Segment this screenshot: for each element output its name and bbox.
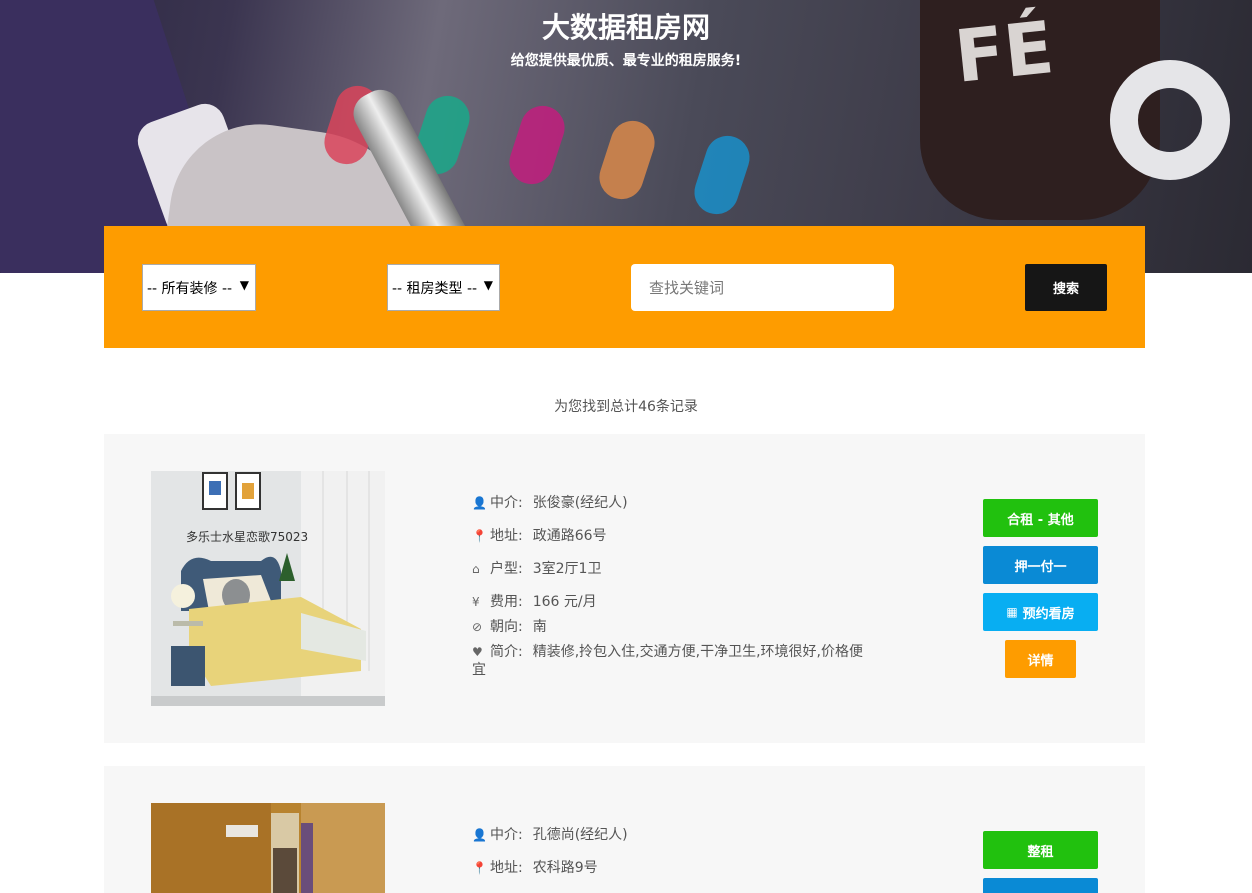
fee-row: ¥ 费用: 166 元/月 xyxy=(472,593,892,611)
decoration-select-value: -- 所有装修 -- xyxy=(147,280,233,297)
address-value: 政通路66号 xyxy=(532,528,607,544)
appointment-button[interactable]: ▦ 预约看房 xyxy=(983,593,1098,631)
details-button[interactable]: 详情 xyxy=(1005,640,1076,678)
agent-row: 👤 中介: 张俊豪(经纪人) xyxy=(472,494,892,512)
heart-icon: ♥ xyxy=(472,645,483,659)
agent-label: 中介: xyxy=(490,495,523,511)
payment-button[interactable] xyxy=(983,878,1098,893)
room-photo xyxy=(151,803,385,893)
intro-row: ♥ 简介: 精装修,拎包入住,交通方便,干净卫生,环境很好,价格便宜 xyxy=(472,643,872,679)
search-button[interactable]: 搜索 xyxy=(1025,264,1107,311)
listing-info: 👤 中介: 孔德尚(经纪人) 📍 地址: 农科路9号 xyxy=(472,826,892,877)
photo-caption: 多乐士水星恋歌75023 xyxy=(186,529,308,544)
listing-info: 👤 中介: 张俊豪(经纪人) 📍 地址: 政通路66号 ⌂ 户型: 3室2厅1卫… xyxy=(472,494,892,679)
calendar-icon: ▦ xyxy=(1006,605,1018,619)
yen-icon: ¥ xyxy=(472,595,480,609)
decoration-select[interactable]: -- 所有装修 -- ▼ xyxy=(142,264,256,311)
address-label: 地址: xyxy=(490,528,523,544)
result-count: 为您找到总计46条记录 xyxy=(554,399,698,415)
rent-type-select[interactable]: -- 租房类型 -- ▼ xyxy=(387,264,500,311)
hero-mug-handle xyxy=(1110,60,1230,180)
rent-type-select-value: -- 租房类型 -- xyxy=(392,280,478,297)
address-label: 地址: xyxy=(490,860,523,876)
fee-label: 费用: xyxy=(490,594,523,610)
home-icon: ⌂ xyxy=(472,562,480,576)
orientation-value: 南 xyxy=(532,619,547,635)
intro-value: 精装修,拎包入住,交通方便,干净卫生,环境很好,价格便宜 xyxy=(472,644,863,678)
layout-label: 户型: xyxy=(490,561,523,577)
listing-card: 多乐士水星恋歌75023 👤 中介: 张俊豪(经纪人) 📍 地址: 政通路66号… xyxy=(104,434,1145,743)
user-icon: 👤 xyxy=(472,828,487,842)
orientation-label: 朝向: xyxy=(490,619,523,635)
listing-photo[interactable] xyxy=(151,803,385,893)
rent-mode-button[interactable]: 整租 xyxy=(983,831,1098,869)
compass-icon: ⊘ xyxy=(472,620,483,634)
site-subtitle: 给您提供最优质、最专业的租房服务! xyxy=(510,53,742,69)
agent-label: 中介: xyxy=(490,827,523,843)
listing-card: 👤 中介: 孔德尚(经纪人) 📍 地址: 农科路9号 整租 xyxy=(104,766,1145,893)
agent-value: 孔德尚(经纪人) xyxy=(532,827,628,843)
agent-row: 👤 中介: 孔德尚(经纪人) xyxy=(472,826,892,844)
caret-down-icon: ▼ xyxy=(239,278,249,292)
appointment-button-label: 预约看房 xyxy=(1022,606,1075,622)
user-icon: 👤 xyxy=(472,496,487,510)
layout-row: ⌂ 户型: 3室2厅1卫 xyxy=(472,560,892,578)
address-row: 📍 地址: 政通路66号 xyxy=(472,527,892,545)
listing-photo[interactable]: 多乐士水星恋歌75023 xyxy=(151,471,385,706)
payment-button[interactable]: 押一付一 xyxy=(983,546,1098,584)
caret-down-icon: ▼ xyxy=(483,278,493,292)
hero-tab xyxy=(688,130,756,220)
bedroom-photo: 多乐士水星恋歌75023 xyxy=(151,471,385,706)
hero-tab xyxy=(503,100,571,190)
map-marker-icon: 📍 xyxy=(472,861,487,875)
orientation-row: ⊘ 朝向: 南 xyxy=(472,618,892,636)
fee-value: 166 元/月 xyxy=(532,594,597,610)
agent-value: 张俊豪(经纪人) xyxy=(532,495,628,511)
hero-tab xyxy=(593,115,661,205)
address-row: 📍 地址: 农科路9号 xyxy=(472,859,892,877)
intro-label: 简介: xyxy=(490,644,523,660)
keyword-input[interactable] xyxy=(631,264,894,311)
search-bar: -- 所有装修 -- ▼ -- 租房类型 -- ▼ 搜索 xyxy=(104,226,1145,348)
layout-value: 3室2厅1卫 xyxy=(532,561,602,577)
site-title: 大数据租房网 xyxy=(541,11,710,44)
address-value: 农科路9号 xyxy=(532,860,598,876)
map-marker-icon: 📍 xyxy=(472,529,487,543)
rent-mode-button[interactable]: 合租 - 其他 xyxy=(983,499,1098,537)
